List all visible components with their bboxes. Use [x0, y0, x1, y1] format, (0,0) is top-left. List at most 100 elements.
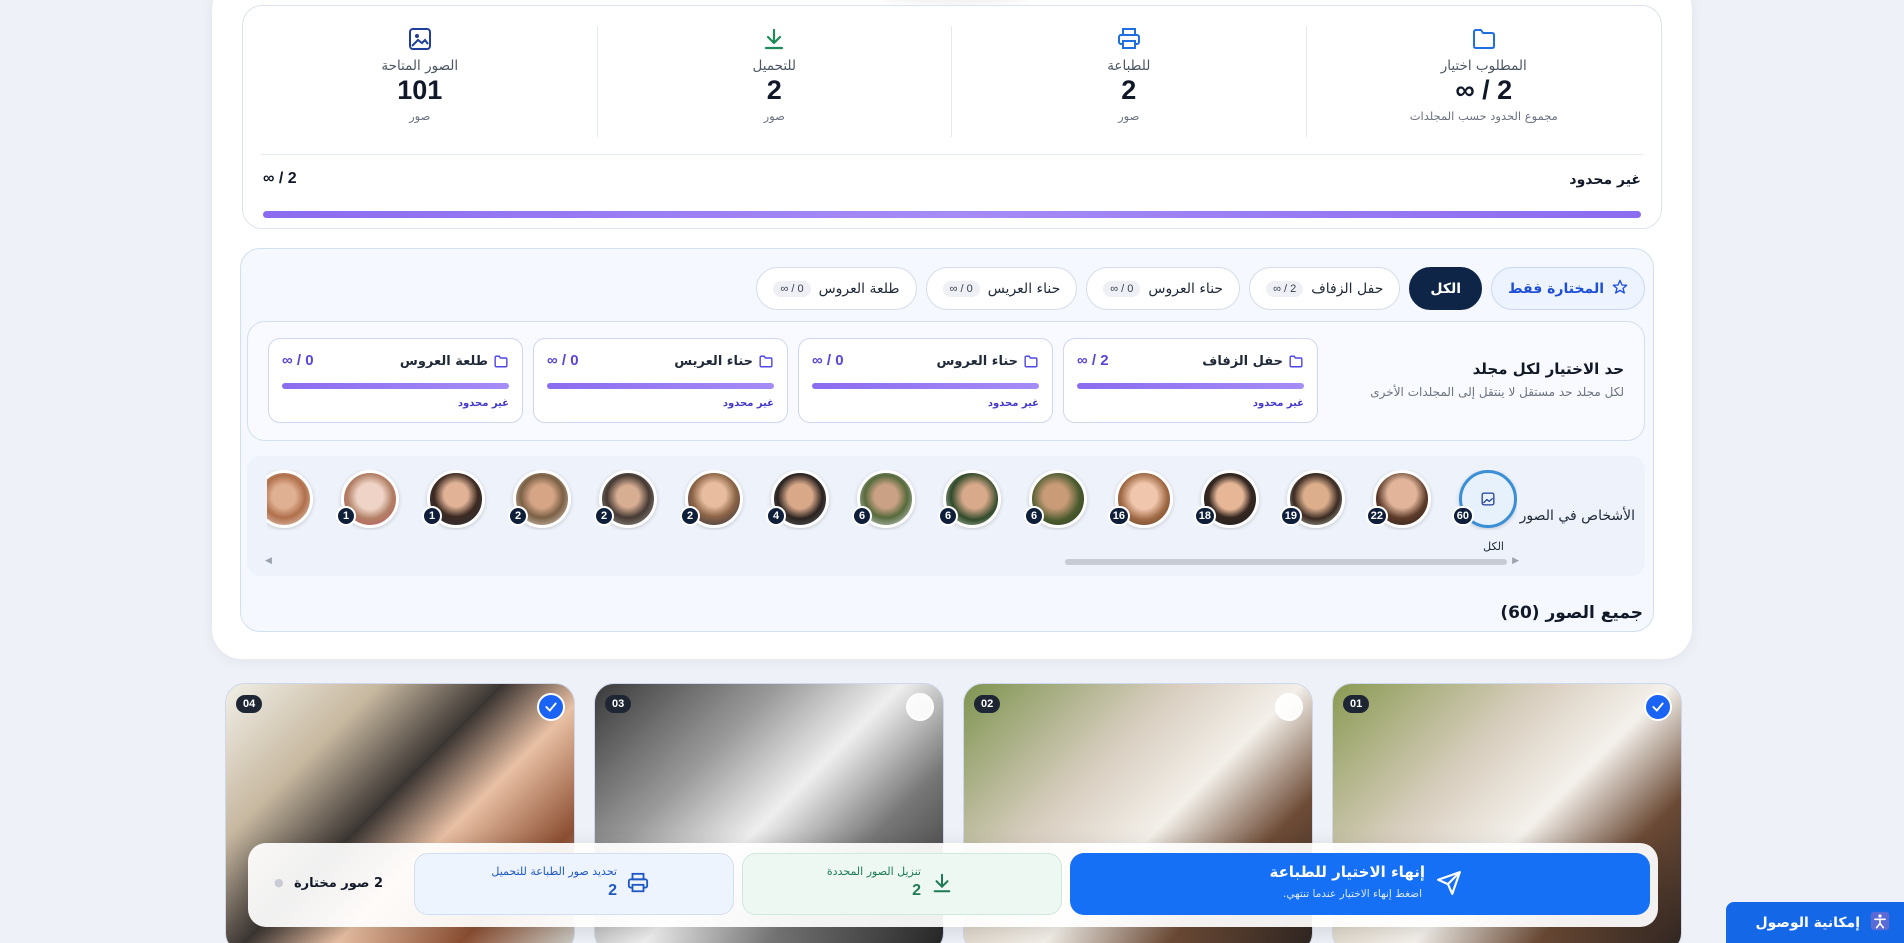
photo-checkbox[interactable] — [1275, 693, 1303, 721]
photo-checkbox[interactable] — [537, 693, 565, 721]
folder-limit-status: غير محدود — [722, 398, 774, 409]
stat-sub: صور — [763, 108, 785, 123]
printer-icon — [1116, 26, 1142, 52]
photo-checkbox[interactable] — [1644, 693, 1672, 721]
person-avatar[interactable]: 4 — [766, 470, 829, 528]
photo-number: 03 — [605, 695, 632, 713]
folder-limit-value: ∞ / 0 — [812, 352, 844, 369]
limits-title: حد الاختيار لكل مجلد — [1472, 360, 1624, 378]
person-avatar[interactable] — [267, 470, 313, 528]
image-icon — [1481, 492, 1495, 506]
stats-card: المطلوب اختيار ∞ / 2 مجموع الحدود حسب ال… — [242, 5, 1662, 229]
folder-limit-name: حفل الزفاف — [1202, 354, 1303, 369]
finish-selection-button[interactable]: إنهاء الاختيار للطباعة اضغط إنهاء الاختي… — [1070, 853, 1650, 915]
person-all-button[interactable]: 60 — [1451, 470, 1517, 528]
person-avatar[interactable]: 22 — [1365, 470, 1431, 528]
folder-limit-value: ∞ / 2 — [1077, 352, 1109, 369]
tab-bride-henna[interactable]: حناء العروس ∞ / 0 — [1086, 267, 1241, 310]
stat-value: 2 — [766, 75, 782, 105]
stat-download: للتحميل 2 صور — [598, 26, 952, 137]
person-count: 1 — [422, 506, 442, 526]
folder-limit-name: حناء العريس — [674, 354, 773, 369]
image-icon — [407, 26, 433, 52]
download-count: 2 — [912, 882, 921, 899]
stat-print: للطباعة 2 صور — [952, 26, 1307, 137]
photo-number: 04 — [236, 695, 263, 713]
folder-limit-value: ∞ / 0 — [282, 352, 314, 369]
accessibility-button[interactable]: إمكانية الوصول — [1726, 902, 1904, 943]
overall-limit-value: ∞ / 2 — [263, 170, 297, 187]
tab-count: ∞ / 2 — [1266, 280, 1304, 297]
people-filter: الأشخاص في الصور 60 22 19 18 16 6 6 6 4 … — [247, 456, 1645, 576]
person-count: 1 — [336, 506, 356, 526]
person-count: 2 — [508, 506, 528, 526]
send-icon — [1436, 870, 1462, 900]
tab-bride-appearance[interactable]: طلعة العروس ∞ / 0 — [756, 267, 917, 310]
tab-count: ∞ / 0 — [942, 280, 980, 297]
accessibility-label: إمكانية الوصول — [1755, 914, 1861, 931]
tab-groom-henna[interactable]: حناء العريس ∞ / 0 — [925, 267, 1078, 310]
stat-label: للتحميل — [752, 58, 796, 74]
stat-label: الصور المتاحة — [381, 58, 459, 74]
print-count: 2 — [608, 882, 617, 899]
person-count: 16 — [1107, 506, 1130, 526]
person-count: 2 — [594, 506, 614, 526]
accessibility-icon — [1870, 911, 1890, 935]
person-avatar[interactable]: 2 — [680, 470, 743, 528]
tab-all[interactable]: الكل — [1409, 267, 1483, 310]
finish-title: إنهاء الاختيار للطباعة — [1269, 863, 1425, 881]
person-avatar[interactable]: 18 — [1193, 470, 1259, 528]
stat-sub: صور — [409, 108, 431, 123]
folder-icon — [1471, 26, 1497, 52]
folder-name-text: طلعة العروس — [399, 354, 488, 369]
download-icon — [761, 26, 787, 52]
person-avatar[interactable]: 6 — [938, 470, 1001, 528]
stat-value: 2 — [1121, 75, 1137, 105]
people-scrollbar[interactable] — [1065, 559, 1507, 565]
folder-limit-status: غير محدود — [987, 398, 1039, 409]
photo-number: 01 — [1343, 695, 1370, 713]
tab-label: المختارة فقط — [1508, 280, 1604, 297]
tab-label: حفل الزفاف — [1311, 280, 1384, 297]
stat-available: الصور المتاحة 101 صور — [243, 26, 598, 137]
person-avatar[interactable]: 2 — [508, 470, 571, 528]
stat-required: المطلوب اختيار ∞ / 2 مجموع الحدود حسب ال… — [1307, 6, 1662, 151]
folder-limit-status: غير محدود — [457, 398, 509, 409]
person-avatar[interactable]: 6 — [852, 470, 915, 528]
scroll-right-arrow-icon[interactable]: ▶ — [1512, 556, 1519, 566]
stat-sub: صور — [1118, 108, 1140, 123]
stat-value: ∞ / 2 — [1455, 75, 1513, 105]
download-title: تنزيل الصور المحددة — [826, 865, 921, 878]
person-avatar[interactable]: 16 — [1107, 470, 1173, 528]
person-avatar[interactable]: 19 — [1279, 470, 1345, 528]
print-selection-button[interactable]: تحديد صور الطباعة للتحميل 2 — [414, 853, 734, 915]
folder-limit-bar — [282, 383, 509, 389]
person-avatar[interactable]: 1 — [336, 470, 399, 528]
all-photos-title: جميع الصور (60) — [1500, 603, 1643, 623]
person-avatar[interactable]: 1 — [422, 470, 485, 528]
overall-progress-bar — [263, 211, 1641, 218]
people-faces: 60 22 19 18 16 6 6 6 4 2 2 2 1 1 — [267, 470, 1517, 530]
scroll-left-arrow-icon[interactable]: ◀ — [265, 556, 272, 566]
tab-wedding[interactable]: حفل الزفاف ∞ / 2 — [1249, 267, 1401, 310]
download-selected-button[interactable]: تنزيل الصور المحددة 2 — [742, 853, 1062, 915]
person-avatar[interactable]: 6 — [1024, 470, 1087, 528]
folder-name-text: حناء العروس — [936, 354, 1018, 369]
person-count: 22 — [1365, 506, 1388, 526]
stat-value: 101 — [397, 75, 443, 105]
person-count: 6 — [852, 506, 872, 526]
check-icon — [1652, 702, 1664, 712]
person-count: 60 — [1451, 506, 1474, 526]
person-count: 4 — [766, 506, 786, 526]
photo-checkbox[interactable] — [906, 693, 934, 721]
selected-count: 2 صور مختارة — [294, 876, 384, 891]
filter-section: المختارة فقط الكل حفل الزفاف ∞ / 2 حناء … — [240, 248, 1654, 632]
photo-number: 02 — [974, 695, 1001, 713]
tab-label: حناء العريس — [987, 280, 1061, 297]
tab-selected-only[interactable]: المختارة فقط — [1491, 267, 1645, 310]
stats-row: المطلوب اختيار ∞ / 2 مجموع الحدود حسب ال… — [243, 6, 1661, 151]
download-icon — [931, 872, 953, 898]
star-icon — [1612, 279, 1628, 299]
folder-limit-value: ∞ / 0 — [547, 352, 579, 369]
person-avatar[interactable]: 2 — [594, 470, 657, 528]
